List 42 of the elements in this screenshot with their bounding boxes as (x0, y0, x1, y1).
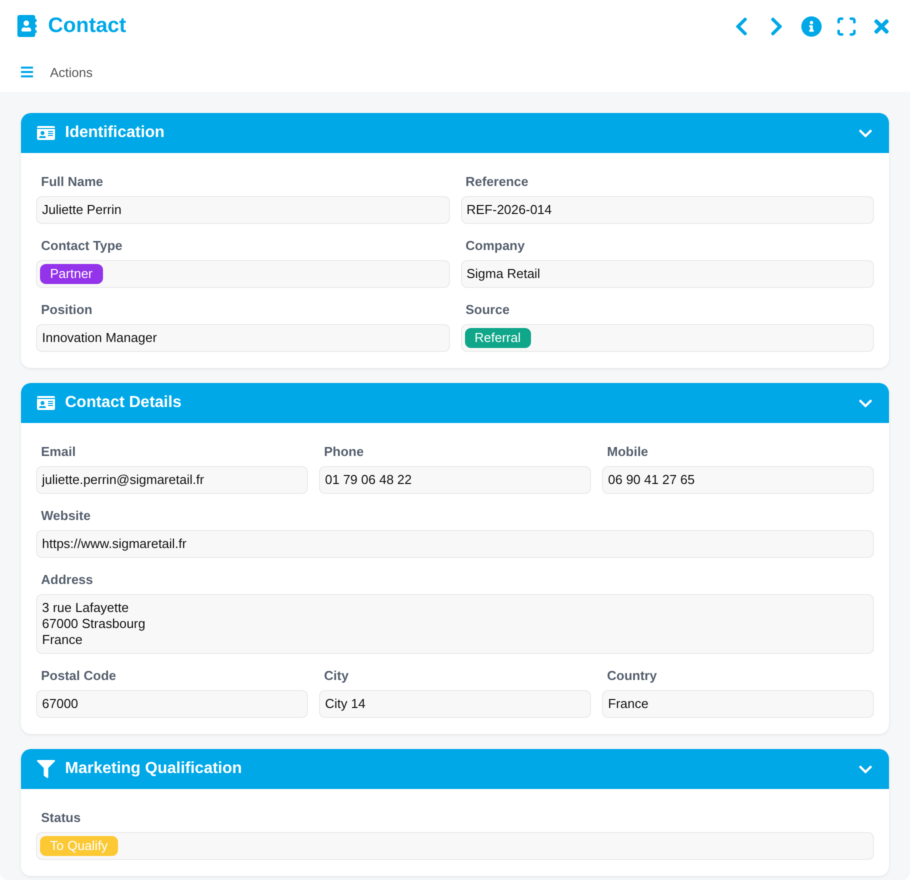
text-field[interactable]: Juliette Perrin (36, 196, 450, 224)
field-label: Position (40, 302, 94, 318)
tag-field[interactable]: Partner (36, 260, 450, 288)
field-label: Mobile (606, 444, 650, 460)
field-label: City (323, 668, 350, 684)
info-button[interactable] (799, 16, 824, 36)
tag-badge: Referral (464, 328, 531, 348)
window-title: Contact (48, 14, 128, 38)
text-field[interactable]: juliette.perrin@sigmaretail.fr (36, 466, 308, 494)
text-field[interactable]: France (602, 690, 874, 718)
field-label: Postal Code (40, 668, 118, 684)
text-field[interactable]: REF-2026-014 (460, 196, 874, 224)
field-label: Address (40, 572, 94, 588)
field-label: Phone (323, 444, 365, 460)
field-label: Reference (464, 174, 530, 190)
field-label: Website (40, 508, 92, 524)
id-card-icon (37, 124, 55, 142)
section-title: Contact Details (65, 394, 182, 412)
field-label: Email (40, 444, 77, 460)
text-field[interactable]: City 14 (319, 690, 591, 718)
text-field[interactable]: Innovation Manager (36, 324, 450, 352)
field-label: Company (464, 238, 526, 254)
text-field[interactable]: 06 90 41 27 65 (602, 466, 874, 494)
section-title: Marketing Qualification (65, 760, 243, 778)
field-label: Contact Type (40, 238, 124, 254)
field-label: Full Name (40, 174, 104, 190)
menu-icon[interactable] (20, 65, 34, 79)
text-field[interactable]: 01 79 06 48 22 (319, 466, 591, 494)
field-label: Source (464, 302, 511, 318)
filter-icon (37, 760, 55, 778)
id-card-icon (37, 394, 55, 412)
section-title: Identification (65, 124, 166, 142)
field-label: Country (606, 668, 658, 684)
text-field[interactable]: Sigma Retail (460, 260, 874, 288)
tag-badge: Partner (40, 264, 103, 284)
text-field[interactable]: https://www.sigmaretail.fr (36, 530, 874, 558)
field-label: Status (40, 810, 82, 826)
contact-book-icon (16, 15, 38, 37)
actions-button[interactable]: Actions (50, 64, 93, 80)
text-field[interactable]: 67000 (36, 690, 308, 718)
tag-badge: To Qualify (40, 836, 118, 856)
address-field[interactable]: 3 rue Lafayette 67000 Strasbourg France (36, 594, 874, 654)
